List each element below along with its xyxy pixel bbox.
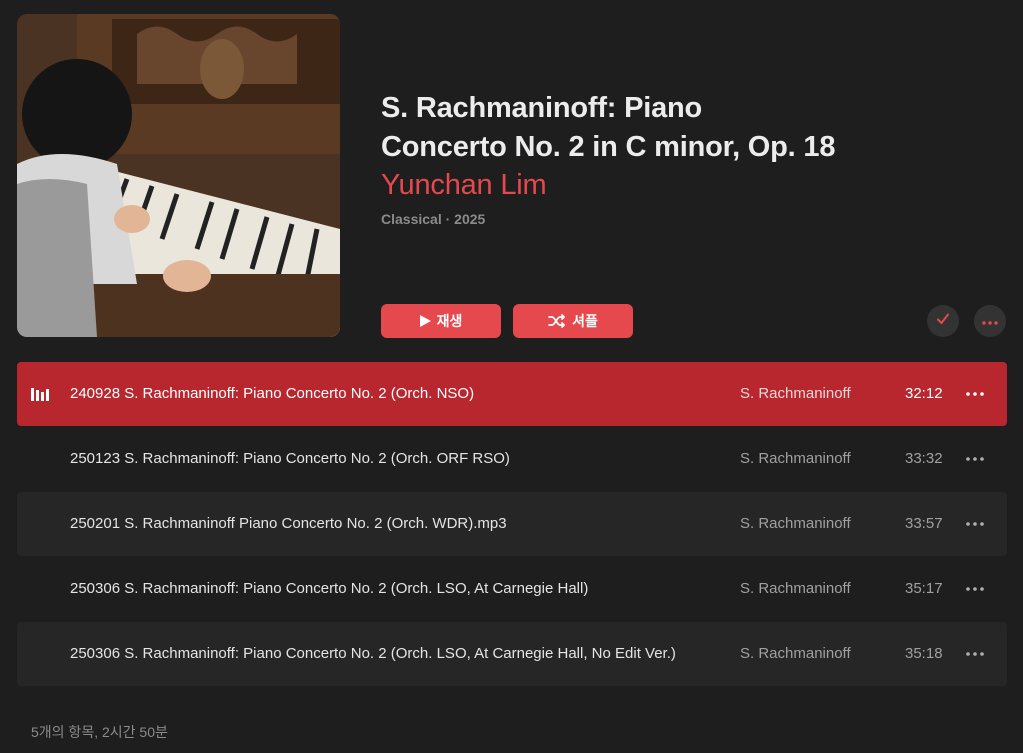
shuffle-button[interactable]: 셔플 (513, 304, 633, 338)
track-title: 240928 S. Rachmaninoff: Piano Concerto N… (70, 385, 475, 402)
track-artist[interactable]: S. Rachmaninoff (740, 385, 851, 402)
more-icon (982, 312, 998, 330)
track-artist[interactable]: S. Rachmaninoff (740, 515, 851, 532)
track-duration: 35:17 (905, 580, 943, 597)
track-duration: 35:18 (905, 645, 943, 662)
track-more-icon[interactable] (963, 644, 987, 664)
track-list: 240928 S. Rachmaninoff: Piano Concerto N… (17, 362, 1007, 687)
checkmark-icon (936, 312, 950, 331)
album-artist-link[interactable]: Yunchan Lim (381, 166, 547, 205)
track-duration: 32:12 (905, 385, 943, 402)
track-title: 250306 S. Rachmaninoff: Piano Concerto N… (70, 580, 589, 597)
track-duration: 33:32 (905, 450, 943, 467)
track-duration: 33:57 (905, 515, 943, 532)
track-more-icon[interactable] (963, 514, 987, 534)
track-row[interactable]: 240928 S. Rachmaninoff: Piano Concerto N… (17, 362, 1007, 426)
shuffle-button-label: 셔플 (572, 313, 598, 329)
album-artwork[interactable] (17, 14, 340, 337)
album-title-line-1: S. Rachmaninoff: Piano (381, 92, 703, 124)
album-title-line-2: Concerto No. 2 in C minor, Op. 18 (381, 131, 836, 163)
track-row[interactable]: 250123 S. Rachmaninoff: Piano Concerto N… (17, 427, 1007, 491)
now-playing-icon (31, 387, 51, 405)
track-title: 250123 S. Rachmaninoff: Piano Concerto N… (70, 450, 510, 467)
track-row[interactable]: 250201 S. Rachmaninoff Piano Concerto No… (17, 492, 1007, 556)
add-to-library-button[interactable] (927, 305, 959, 337)
play-button-label: 재생 (436, 313, 463, 329)
track-artist[interactable]: S. Rachmaninoff (740, 645, 851, 662)
track-title: 250201 S. Rachmaninoff Piano Concerto No… (70, 515, 507, 532)
play-button[interactable]: 재생 (381, 304, 501, 338)
track-more-icon[interactable] (963, 579, 987, 599)
album-summary: 5개의 항목, 2시간 50분 (31, 724, 168, 740)
track-row[interactable]: 250306 S. Rachmaninoff: Piano Concerto N… (17, 557, 1007, 621)
track-row[interactable]: 250306 S. Rachmaninoff: Piano Concerto N… (17, 622, 1007, 686)
track-more-icon[interactable] (963, 449, 987, 469)
track-more-icon[interactable] (963, 384, 987, 404)
track-artist[interactable]: S. Rachmaninoff (740, 580, 851, 597)
shuffle-icon (548, 314, 566, 328)
track-title: 250306 S. Rachmaninoff: Piano Concerto N… (70, 645, 676, 662)
album-meta: Classical · 2025 (381, 211, 486, 227)
album-more-button[interactable] (974, 305, 1006, 337)
play-icon (419, 315, 431, 327)
track-artist[interactable]: S. Rachmaninoff (740, 450, 851, 467)
album-title: S. Rachmaninoff: Piano Concerto No. 2 in… (381, 89, 981, 167)
